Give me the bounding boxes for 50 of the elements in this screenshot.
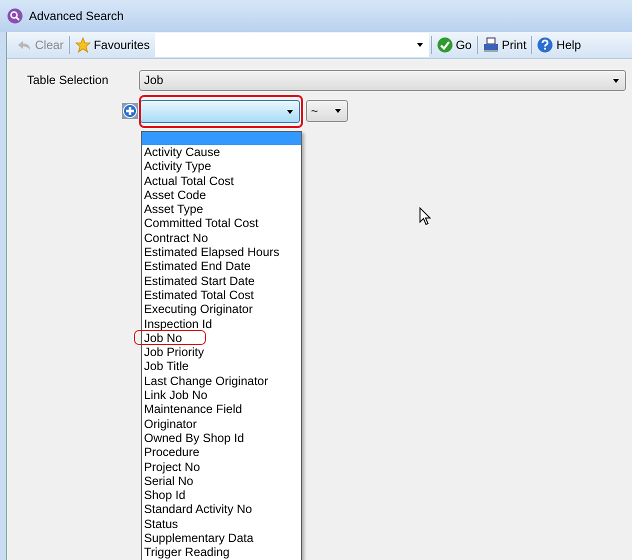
list-item[interactable]: Estimated Total Cost xyxy=(142,288,301,302)
operator-combo[interactable]: ~ xyxy=(306,100,348,122)
table-combo[interactable]: Job xyxy=(139,70,626,90)
toolbar-button[interactable]: Print xyxy=(480,34,530,56)
caret-icon xyxy=(416,43,423,47)
list-item[interactable]: Maintenance Field xyxy=(142,402,301,417)
list-item[interactable]: Last Change Originator xyxy=(142,374,301,388)
list-item[interactable]: Actual Total Cost xyxy=(142,174,301,188)
list-item[interactable]: Job Title xyxy=(142,359,301,374)
caret-icon xyxy=(613,78,619,82)
list-item[interactable]: Shop Id xyxy=(142,488,301,502)
caret-icon xyxy=(335,109,341,113)
undo-icon xyxy=(16,38,32,52)
caret-icon xyxy=(287,110,293,114)
list-item[interactable]: Job No xyxy=(142,330,301,346)
list-item[interactable]: Estimated Elapsed Hours xyxy=(142,245,301,260)
list-item[interactable]: Asset Type xyxy=(142,202,301,216)
window-title: Advanced Search xyxy=(29,9,124,23)
list-item[interactable]: Standard Activity No xyxy=(142,502,301,517)
list-item[interactable]: Activity Type xyxy=(142,159,301,174)
list-item[interactable]: Contract No xyxy=(142,230,301,246)
list-item[interactable]: Procedure xyxy=(142,445,301,460)
toolbar-button[interactable]: Favourites xyxy=(72,34,153,56)
check-icon xyxy=(436,37,453,53)
list-item[interactable]: Serial No xyxy=(142,474,301,488)
mouse-pointer-icon xyxy=(419,207,431,226)
list-item[interactable]: Supplementary Data xyxy=(142,531,301,546)
list-item[interactable]: Committed Total Cost xyxy=(142,216,301,231)
list-item[interactable]: Inspection Id xyxy=(142,316,301,331)
search-icon xyxy=(7,8,23,24)
list-item[interactable]: Activity Cause xyxy=(142,145,301,160)
list-item[interactable]: Job Priority xyxy=(142,345,301,360)
list-item[interactable]: Owned By Shop Id xyxy=(142,430,301,446)
toolbar-button[interactable]: Help xyxy=(534,34,584,56)
printer-icon xyxy=(482,37,499,53)
list-item[interactable]: Trigger Reading xyxy=(142,545,301,560)
list-item[interactable]: Originator xyxy=(142,416,301,431)
add-icon[interactable] xyxy=(122,103,138,119)
list-item[interactable]: Estimated Start Date xyxy=(142,274,301,288)
list-item[interactable]: Estimated End Date xyxy=(142,259,301,274)
list-item[interactable]: Link Job No xyxy=(142,388,301,402)
help-icon xyxy=(537,37,554,53)
list-item[interactable]: Executing Originator xyxy=(142,302,301,317)
toolbar-button[interactable]: Go xyxy=(434,34,475,56)
list-item[interactable]: Status xyxy=(142,516,301,532)
field-combo[interactable] xyxy=(140,100,300,122)
field-label: Table Selection xyxy=(27,73,110,87)
star-icon xyxy=(74,37,91,53)
list-item[interactable]: Project No xyxy=(142,460,301,474)
list-item[interactable]: Asset Code xyxy=(142,188,301,202)
